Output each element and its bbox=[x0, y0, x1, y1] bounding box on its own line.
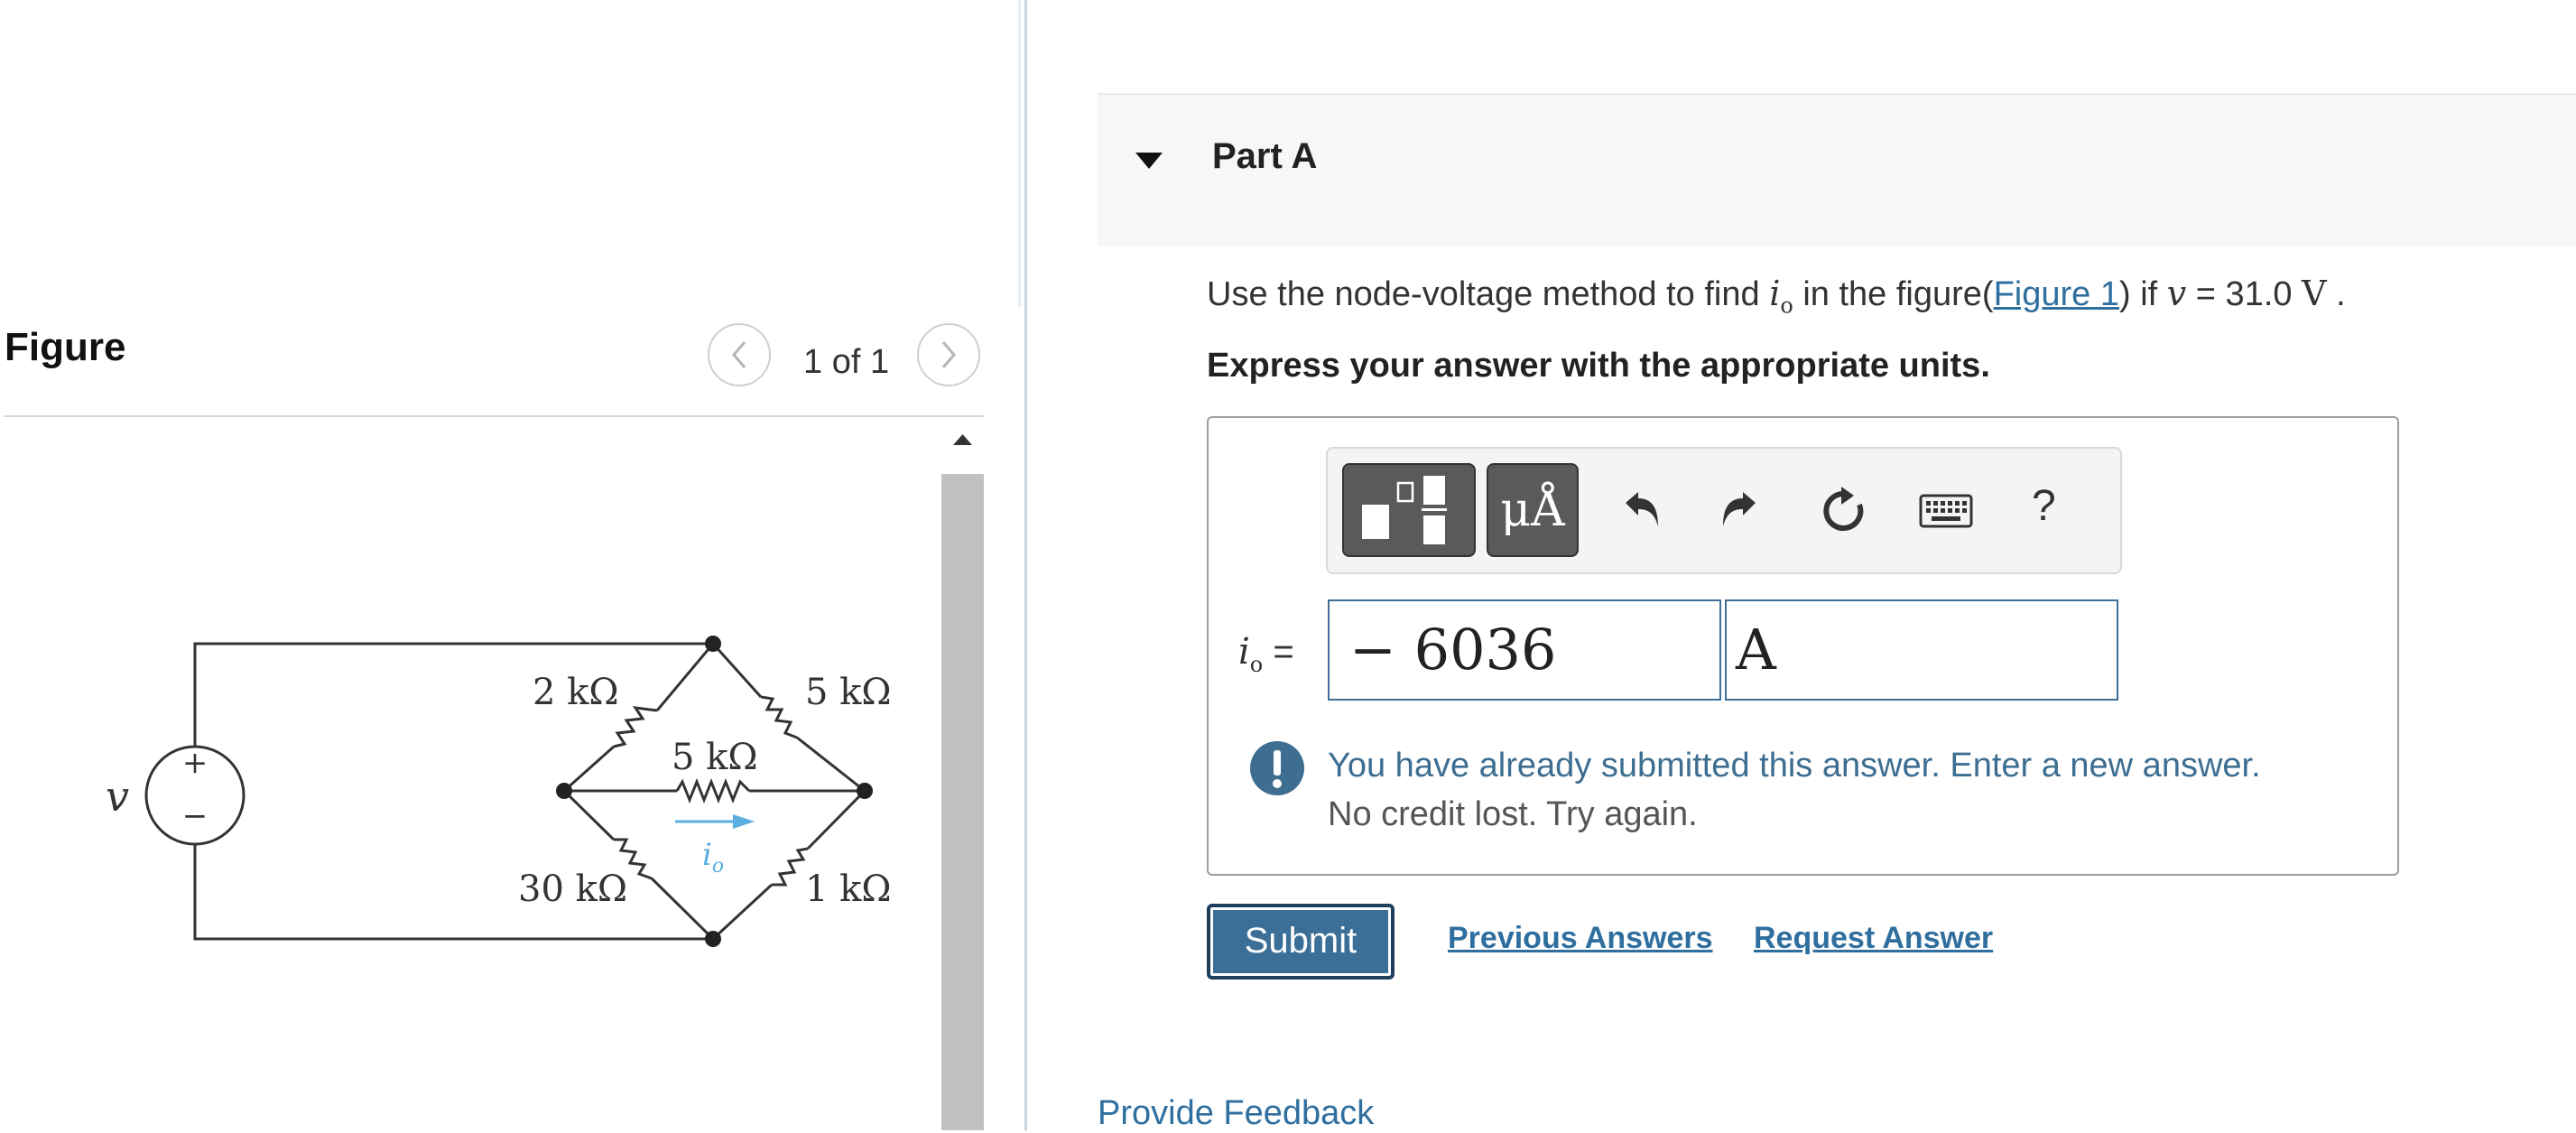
current-label: io bbox=[702, 837, 724, 878]
question-equals: = 31.0 bbox=[2186, 275, 2303, 313]
resistor-label-1k: 1 kΩ bbox=[805, 868, 892, 910]
answer-variable-label: io = bbox=[1238, 631, 1294, 677]
keyboard-icon[interactable] bbox=[1919, 494, 1973, 528]
previous-answers-link[interactable]: Previous Answers bbox=[1448, 921, 1713, 956]
question-var: io bbox=[1769, 274, 1793, 319]
pane-divider-shadow bbox=[1018, 0, 1021, 307]
redo-icon[interactable] bbox=[1718, 487, 1763, 534]
pane-divider[interactable] bbox=[1024, 0, 1027, 1130]
previous-figure-button[interactable] bbox=[708, 323, 771, 386]
chevron-left-icon bbox=[732, 341, 746, 368]
resistor-5k-top bbox=[760, 695, 798, 739]
question-text: Use the node-voltage method to find io i… bbox=[1207, 274, 2346, 319]
resistor-label-5k-top: 5 kΩ bbox=[805, 672, 892, 713]
submit-button[interactable]: Submit bbox=[1207, 904, 1395, 980]
fraction-template-icon bbox=[1362, 476, 1447, 544]
source-label: v bbox=[106, 772, 129, 821]
question-text-start: Use the node-voltage method to find bbox=[1207, 275, 1770, 313]
current-arrow bbox=[675, 814, 755, 829]
reset-icon[interactable] bbox=[1820, 487, 1868, 535]
chevron-right-icon bbox=[941, 341, 956, 368]
question-voltage-var: v bbox=[2166, 274, 2187, 313]
resistor-1k bbox=[772, 847, 809, 887]
provide-feedback-link[interactable]: Provide Feedback bbox=[1098, 1094, 1374, 1133]
undo-icon[interactable] bbox=[1618, 487, 1663, 534]
figure-page-indicator: 1 of 1 bbox=[803, 343, 890, 381]
question-text-middle: in the figure( bbox=[1793, 275, 1994, 313]
scroll-thumb[interactable] bbox=[941, 474, 984, 1130]
next-figure-button[interactable] bbox=[917, 323, 980, 386]
alert-main: You have already submitted this answer. … bbox=[1328, 747, 2261, 785]
figure-divider bbox=[4, 415, 984, 417]
question-end: . bbox=[2326, 275, 2346, 313]
alert-message: You have already submitted this answer. … bbox=[1328, 741, 2261, 839]
templates-button[interactable] bbox=[1342, 463, 1476, 557]
scroll-up-arrow-icon bbox=[953, 434, 972, 445]
help-button[interactable]: ? bbox=[2032, 481, 2056, 531]
question-unit: V bbox=[2302, 274, 2327, 313]
units-label: μÅ bbox=[1500, 483, 1565, 537]
figure-title: Figure bbox=[5, 325, 126, 369]
source-minus: − bbox=[182, 798, 208, 834]
math-toolbar: μÅ ? bbox=[1326, 447, 2122, 574]
answer-unit-input[interactable]: A bbox=[1725, 599, 2118, 701]
resistor-2k bbox=[613, 706, 658, 748]
figure-scrollbar[interactable] bbox=[941, 420, 984, 1130]
scroll-up-button[interactable] bbox=[941, 420, 984, 474]
source-plus: + bbox=[182, 745, 208, 781]
figure-pane: Figure 1 of 1 + − v io 2 kΩ 5 kΩ 5 kΩ 30… bbox=[0, 0, 1025, 1130]
request-answer-link[interactable]: Request Answer bbox=[1754, 921, 1993, 956]
answer-box: μÅ ? io = − 6036 A You have already subm… bbox=[1207, 416, 2399, 876]
circuit-diagram: + − v io 2 kΩ 5 kΩ 5 kΩ 30 kΩ 1 kΩ bbox=[106, 636, 892, 947]
answer-value-input[interactable]: − 6036 bbox=[1328, 599, 1721, 701]
resistor-label-30k: 30 kΩ bbox=[518, 868, 627, 910]
resistor-label-2k: 2 kΩ bbox=[533, 672, 619, 713]
instructions: Express your answer with the appropriate… bbox=[1207, 347, 1990, 385]
figure-link[interactable]: Figure 1 bbox=[1994, 275, 2119, 313]
alert-sub: No credit lost. Try again. bbox=[1328, 795, 1698, 833]
part-title: Part A bbox=[1212, 136, 1318, 176]
units-button[interactable]: μÅ bbox=[1487, 463, 1579, 557]
part-header[interactable]: Part A bbox=[1098, 93, 2576, 246]
collapse-caret-icon[interactable] bbox=[1134, 151, 1164, 171]
question-text-after-link: ) if bbox=[2119, 275, 2167, 313]
alert-icon bbox=[1250, 741, 1304, 795]
resistor-label-5k-middle: 5 kΩ bbox=[672, 737, 758, 778]
